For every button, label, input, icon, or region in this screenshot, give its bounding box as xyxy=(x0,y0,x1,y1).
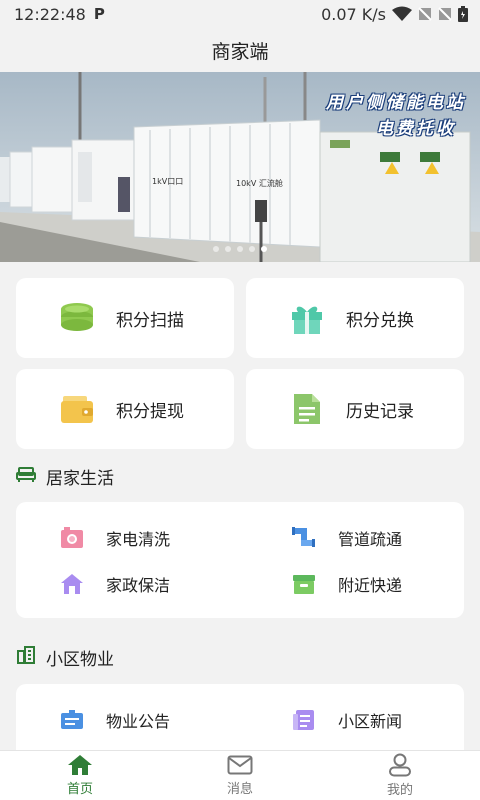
pipe-unclogging-label: 管道疏通 xyxy=(338,530,403,549)
sofa-icon xyxy=(16,465,36,488)
home-life-card: 家电清洗 管道疏通 家政保洁 附近快递 xyxy=(16,502,464,618)
carousel-dot[interactable] xyxy=(225,246,231,252)
points-withdraw-label: 积分提现 xyxy=(116,401,184,422)
building-icon xyxy=(16,646,36,669)
no-signal-icon xyxy=(418,7,432,21)
points-withdraw-button[interactable]: 积分提现 xyxy=(16,369,234,449)
mail-icon xyxy=(227,755,253,775)
housekeeping-button[interactable]: 家政保洁 xyxy=(60,572,170,596)
bottom-tab-bar: 首页 消息 我的 xyxy=(0,750,480,800)
community-news-label: 小区新闻 xyxy=(338,712,403,731)
appliance-icon xyxy=(60,526,84,550)
wallet-icon xyxy=(60,392,94,426)
tab-messages-label: 消息 xyxy=(226,782,253,797)
status-bar: 12:22:48 P 0.07 K/s xyxy=(0,0,480,28)
gift-icon xyxy=(290,301,324,335)
section-property: 小区物业 xyxy=(16,645,114,670)
appliance-cleaning-label: 家电清洗 xyxy=(106,530,171,549)
community-news-button[interactable]: 小区新闻 xyxy=(292,708,402,732)
history-records-button[interactable]: 历史记录 xyxy=(246,369,464,449)
points-scan-button[interactable]: 积分扫描 xyxy=(16,278,234,358)
user-icon xyxy=(389,753,411,777)
container-label-a: 1kV口口 xyxy=(152,177,183,186)
network-speed: 0.07 K/s xyxy=(321,4,386,24)
property-notice-label: 物业公告 xyxy=(106,712,171,731)
nearby-parcel-button[interactable]: 附近快递 xyxy=(292,572,402,596)
tab-home-label: 首页 xyxy=(66,782,93,797)
no-signal-icon-2 xyxy=(438,7,452,21)
carousel-indicator xyxy=(0,246,480,252)
section-property-title: 小区物业 xyxy=(46,650,114,670)
coin-stack-icon xyxy=(60,301,94,335)
appliance-cleaning-button[interactable]: 家电清洗 xyxy=(60,526,170,550)
carousel-dot[interactable] xyxy=(237,246,243,252)
carousel-dot[interactable] xyxy=(213,246,219,252)
carousel-dot-active[interactable] xyxy=(261,246,267,252)
container-label-b: 10kV 汇流舱 xyxy=(236,178,283,188)
tab-home[interactable]: 首页 xyxy=(0,751,160,800)
wifi-icon xyxy=(392,6,412,21)
carousel-dot[interactable] xyxy=(249,246,255,252)
pipe-unclogging-button[interactable]: 管道疏通 xyxy=(292,526,402,550)
parking-notification-icon: P xyxy=(93,5,105,23)
home-icon xyxy=(68,755,92,775)
battery-icon xyxy=(458,6,468,22)
history-records-label: 历史记录 xyxy=(346,401,414,422)
page-title: 商家端 xyxy=(211,40,269,63)
tab-mine-label: 我的 xyxy=(386,783,413,798)
tab-mine[interactable]: 我的 xyxy=(320,751,480,800)
parcel-icon xyxy=(292,572,316,596)
section-home-life-title: 居家生活 xyxy=(46,469,114,489)
house-icon xyxy=(60,572,84,596)
news-icon xyxy=(292,708,316,732)
housekeeping-label: 家政保洁 xyxy=(106,576,171,595)
nearby-parcel-label: 附近快递 xyxy=(338,576,403,595)
points-scan-label: 积分扫描 xyxy=(116,310,184,331)
document-icon xyxy=(290,392,324,426)
pipe-icon xyxy=(292,526,316,550)
tab-messages[interactable]: 消息 xyxy=(160,751,320,800)
banner-caption-line1: 用户侧储能电站 xyxy=(326,93,466,113)
banner-carousel[interactable]: 1kV口口 10kV 汇流舱 用户侧储能电站 电费托收 xyxy=(0,72,480,262)
points-exchange-button[interactable]: 积分兑换 xyxy=(246,278,464,358)
property-notice-button[interactable]: 物业公告 xyxy=(60,708,170,732)
points-exchange-label: 积分兑换 xyxy=(346,310,414,331)
notice-icon xyxy=(60,708,84,732)
section-home-life: 居家生活 xyxy=(16,464,114,489)
banner-caption-line2: 电费托收 xyxy=(376,119,456,139)
status-time: 12:22:48 xyxy=(14,4,86,24)
